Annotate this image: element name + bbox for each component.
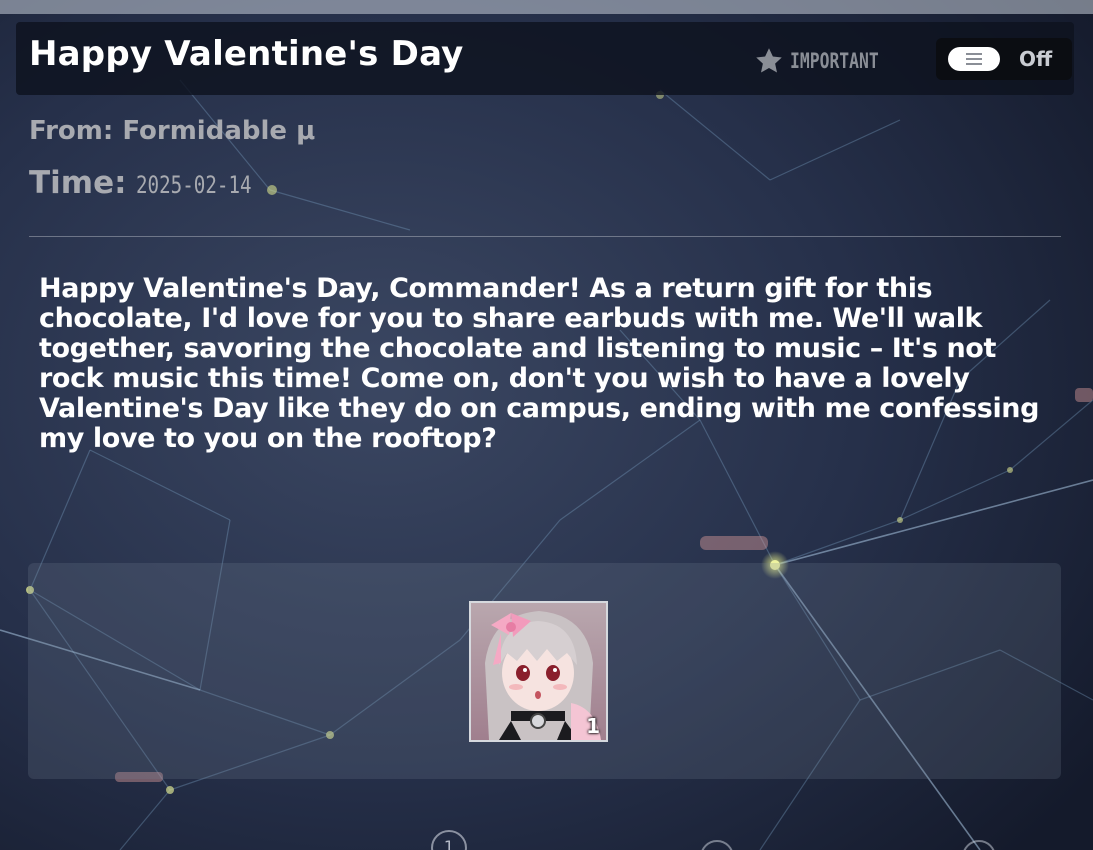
important-toggle[interactable]: Off xyxy=(936,38,1072,80)
important-label: IMPORTANT xyxy=(790,49,879,73)
corner-mark xyxy=(471,734,477,740)
corner-mark xyxy=(600,603,606,609)
mail-body: Happy Valentine's Day, Commander! As a r… xyxy=(39,273,1040,454)
mail-sender: From: Formidable μ xyxy=(29,116,316,146)
page-dot[interactable] xyxy=(962,840,996,850)
toggle-switch[interactable] xyxy=(948,47,1000,71)
time-value: 2025-02-14 xyxy=(135,171,252,199)
mail-time: Time: 2025-02-14 xyxy=(29,165,280,201)
menu-lines-icon xyxy=(966,53,982,65)
item-count: 1 xyxy=(586,714,600,738)
important-indicator[interactable]: IMPORTANT xyxy=(754,44,904,78)
mail-title: Happy Valentine's Day xyxy=(29,34,464,74)
mail-header: Happy Valentine's Day IMPORTANT Off xyxy=(16,22,1074,95)
corner-mark xyxy=(600,734,606,740)
time-label: Time: xyxy=(29,165,127,201)
star-icon xyxy=(756,48,782,73)
attachment-item[interactable]: 1 xyxy=(469,601,608,742)
divider xyxy=(29,236,1061,237)
page-dot[interactable] xyxy=(700,840,734,850)
corner-mark xyxy=(471,603,477,609)
attachments-area: 1 xyxy=(28,563,1061,779)
toggle-state-label: Off xyxy=(1019,47,1053,71)
mail-detail-panel: Happy Valentine's Day IMPORTANT Off From… xyxy=(0,0,1093,850)
page-indicator[interactable]: 1 xyxy=(431,830,467,850)
